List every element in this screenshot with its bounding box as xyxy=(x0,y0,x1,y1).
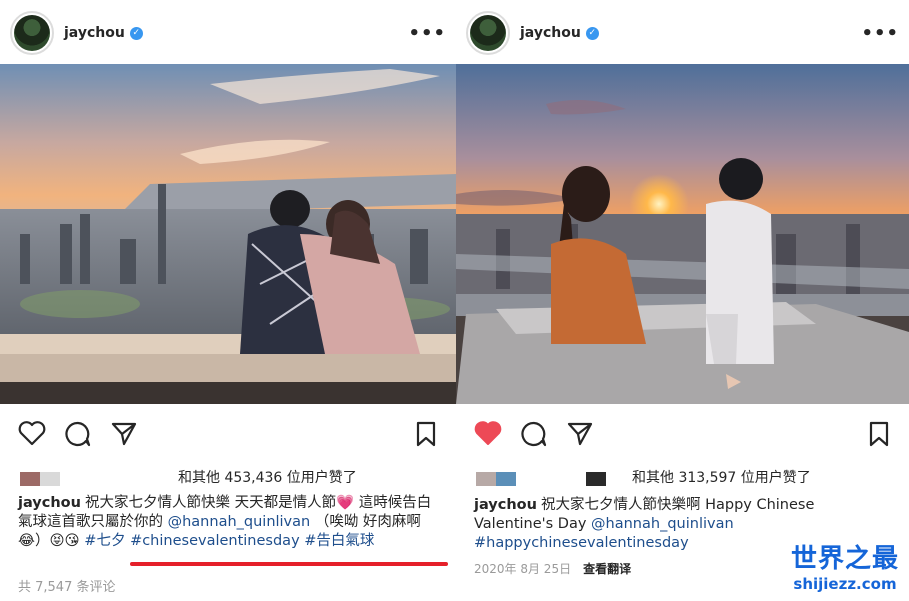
bookmark-icon[interactable] xyxy=(867,420,891,448)
share-icon[interactable] xyxy=(566,420,594,448)
bookmark-icon[interactable] xyxy=(414,420,438,448)
comment-icon[interactable] xyxy=(64,420,92,448)
watermark-url: shijiezz.com xyxy=(793,575,897,593)
more-options-icon[interactable]: ••• xyxy=(861,23,899,44)
red-highlight-underline xyxy=(130,562,448,566)
username[interactable]: jaychou xyxy=(64,25,125,41)
view-comments-link[interactable]: 共 7,547 条评论 xyxy=(18,576,115,595)
liker-avatar xyxy=(586,471,606,486)
post-caption: jaychou 祝大家七夕情人節快樂 天天都是情人節💗 這時候告白氣球這首歌只屬於… xyxy=(18,494,444,551)
hashtag-link[interactable]: #告白氣球 xyxy=(304,533,374,549)
username[interactable]: jaychou xyxy=(520,25,581,41)
action-bar xyxy=(474,420,891,450)
comment-icon[interactable] xyxy=(520,420,548,448)
avatar[interactable] xyxy=(466,11,510,55)
liker-avatars xyxy=(20,468,60,486)
more-options-icon[interactable]: ••• xyxy=(408,23,446,44)
post-photo xyxy=(456,64,909,404)
caption-mention[interactable]: @hannah_quinlivan xyxy=(168,514,311,530)
instagram-post-right: jaychou ✓ ••• 和其他 313,597 位用户赞了 jaychou … xyxy=(456,0,909,601)
liker-avatar xyxy=(40,471,60,486)
post-meta: 2020年 8月 25日 查看翻译 xyxy=(474,560,631,577)
liker-avatar xyxy=(496,471,516,486)
liker-avatar xyxy=(20,471,40,486)
heart-icon[interactable] xyxy=(18,420,46,446)
post-header: jaychou ✓ ••• xyxy=(466,10,899,56)
share-icon[interactable] xyxy=(110,420,138,448)
city-sunset-couple-photo xyxy=(0,64,456,404)
post-header: jaychou ✓ ••• xyxy=(10,10,446,56)
post-photo xyxy=(0,64,456,404)
see-translation-link[interactable]: 查看翻译 xyxy=(583,562,631,576)
liker-avatar xyxy=(476,471,496,486)
likes-count[interactable]: 和其他 313,597 位用户赞了 xyxy=(632,467,811,487)
verified-badge-icon: ✓ xyxy=(585,26,599,40)
action-bar xyxy=(18,420,438,450)
rooftop-sunset-couple-photo xyxy=(456,64,909,404)
post-date: 2020年 8月 25日 xyxy=(474,562,572,576)
heart-icon-liked[interactable] xyxy=(474,420,502,446)
liker-avatars xyxy=(476,468,606,486)
likes-count[interactable]: 和其他 453,436 位用户赞了 xyxy=(178,467,357,487)
avatar[interactable] xyxy=(10,11,54,55)
caption-username[interactable]: jaychou xyxy=(18,495,81,511)
hashtag-link[interactable]: #happychinesevalentinesday xyxy=(474,535,689,551)
hashtag-link[interactable]: #七夕 xyxy=(84,533,125,549)
caption-username[interactable]: jaychou xyxy=(474,497,537,513)
caption-mention[interactable]: @hannah_quinlivan xyxy=(591,516,734,532)
site-watermark: 世界之最 shijiezz.com xyxy=(791,538,899,593)
verified-badge-icon: ✓ xyxy=(129,26,143,40)
hashtag-link[interactable]: #chinesevalentinesday xyxy=(130,533,300,549)
instagram-post-left: jaychou ✓ ••• 和其他 453,436 位用户赞了 jaychou … xyxy=(0,0,456,601)
watermark-title: 世界之最 xyxy=(790,544,899,574)
